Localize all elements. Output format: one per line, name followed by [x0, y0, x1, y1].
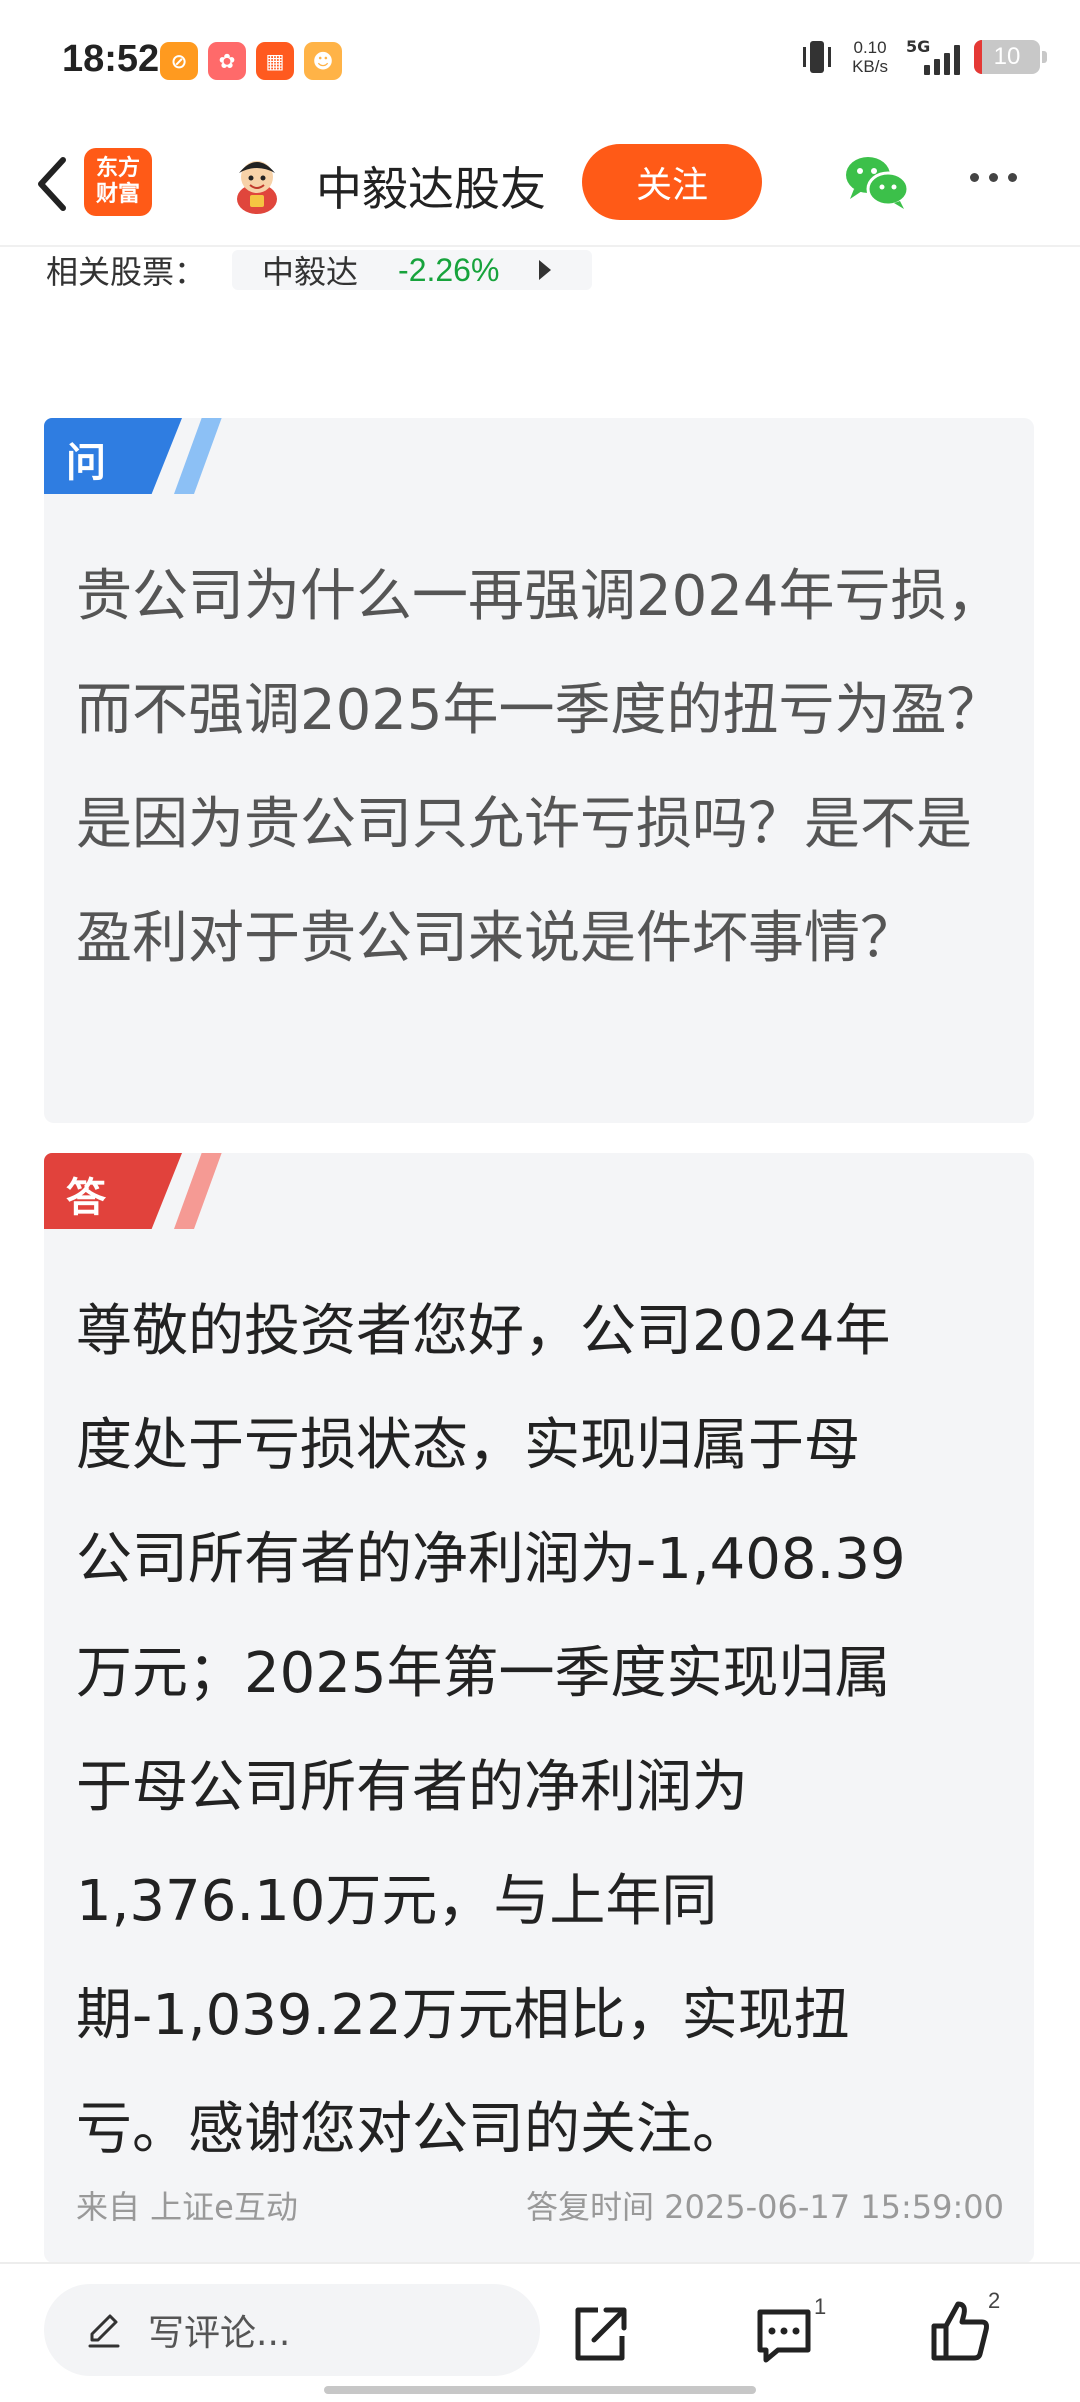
related-stocks: 相关股票： 中毅达 -2.26% [46, 248, 593, 292]
net-speed: 0.10 KB/s [852, 38, 888, 76]
logo-line1: 东方 [95, 156, 140, 181]
comment-count: 1 [814, 2294, 827, 2319]
answer-tag-label: 答 [66, 1175, 106, 1221]
thumbs-up-icon [931, 2301, 989, 2361]
chevron-left-icon [38, 157, 66, 211]
comment-placeholder: 写评论... [148, 2313, 291, 2354]
answer-line: 亏。感谢您对公司的关注。 [76, 2097, 748, 2162]
dot-icon [989, 173, 998, 182]
more-options-button[interactable] [970, 173, 1017, 182]
comment-input[interactable]: 写评论... [44, 2284, 540, 2376]
home-indicator[interactable] [324, 2386, 756, 2394]
dot-icon [970, 173, 979, 182]
network-type: 5G [906, 37, 931, 56]
question-tag: 问 [44, 418, 222, 494]
answer-line: 于母公司所有者的净利润为 [76, 1755, 748, 1820]
answer-line: 1,376.10万元，与上年同 [76, 1869, 718, 1934]
net-speed-value: 0.10 [853, 38, 887, 57]
share-icon [575, 2307, 627, 2361]
question-card: 问 贵公司为什么一再强调2024年亏损，而不强调2025年一季度的扭亏为盈？是因… [44, 418, 1034, 1123]
dot-icon [1008, 173, 1017, 182]
answer-reply-time: 答复时间 2025-06-17 15:59:00 [525, 2188, 1004, 2226]
follow-button[interactable]: 关注 [582, 144, 762, 220]
notification-icons: ⊘ ✿ ▦ ☻ [160, 42, 342, 80]
answer-line: 万元；2025年第一季度实现归属 [76, 1641, 891, 1706]
app-logo[interactable]: 东方 财富 [84, 148, 152, 216]
answer-line: 尊敬的投资者您好，公司2024年 [76, 1299, 891, 1364]
signal-icon: 5G [906, 37, 960, 75]
answer-source[interactable]: 来自 上证e互动 [76, 2182, 298, 2228]
net-speed-unit: KB/s [852, 57, 888, 76]
answer-line: 公司所有者的净利润为-1,408.39 [76, 1527, 906, 1592]
answer-tag: 答 [44, 1153, 222, 1229]
vibrate-icon [800, 39, 834, 75]
logo-line2: 财富 [95, 182, 140, 207]
nav-bar: 东方 财富 中毅达股友 关注 [0, 125, 1080, 247]
comments-button[interactable]: 1 [752, 2294, 826, 2368]
wechat-icon [846, 157, 910, 209]
comment-icon [757, 2309, 811, 2363]
stock-name: 中毅达 [262, 253, 359, 291]
question-tag-label: 问 [66, 440, 106, 486]
bottom-action-bar: 写评论... 1 2 [0, 2262, 1080, 2402]
status-bar: 18:52 ⊘ ✿ ▦ ☻ 0.10 KB/s 5G 10 [0, 0, 1080, 125]
like-count: 2 [988, 2288, 1001, 2313]
game-app-icon: ☻ [304, 42, 342, 80]
answer-text: 尊敬的投资者您好，公司2024年 度处于亏损状态，实现归属于母 公司所有者的净利… [76, 1275, 1004, 2187]
answer-line: 期-1,039.22万元相比，实现扭 [76, 1983, 850, 2048]
question-text: 贵公司为什么一再强调2024年亏损，而不强调2025年一季度的扭亏为盈？是因为贵… [76, 564, 1003, 971]
answer-line: 度处于亏损状态，实现归属于母 [76, 1413, 860, 1478]
wechat-share-button[interactable] [842, 153, 912, 213]
mascot-icon [237, 161, 277, 214]
pen-icon [88, 2314, 120, 2348]
orange-app-icon: ⊘ [160, 42, 198, 80]
battery-level: 10 [993, 43, 1021, 70]
battery-icon: 10 [974, 40, 1047, 74]
stock-change: -2.26% [398, 251, 500, 288]
play-arrow-icon [539, 260, 552, 280]
answer-meta: 来自 上证e互动 答复时间 2025-06-17 15:59:00 [76, 2182, 1004, 2228]
pink-app-icon: ✿ [208, 42, 246, 80]
answer-card: 答 尊敬的投资者您好，公司2024年 度处于亏损状态，实现归属于母 公司所有者的… [44, 1153, 1034, 2263]
related-stocks-label: 相关股票： [46, 253, 207, 291]
orange-grid-app-icon: ▦ [256, 42, 294, 80]
mascot-avatar[interactable] [228, 153, 286, 215]
status-time: 18:52 [62, 38, 160, 80]
back-button[interactable] [22, 151, 82, 217]
stock-chip[interactable]: 中毅达 -2.26% [232, 250, 593, 291]
share-button[interactable] [568, 2302, 632, 2366]
like-button[interactable]: 2 [928, 2288, 1000, 2364]
page-title: 中毅达股友 [316, 162, 546, 216]
